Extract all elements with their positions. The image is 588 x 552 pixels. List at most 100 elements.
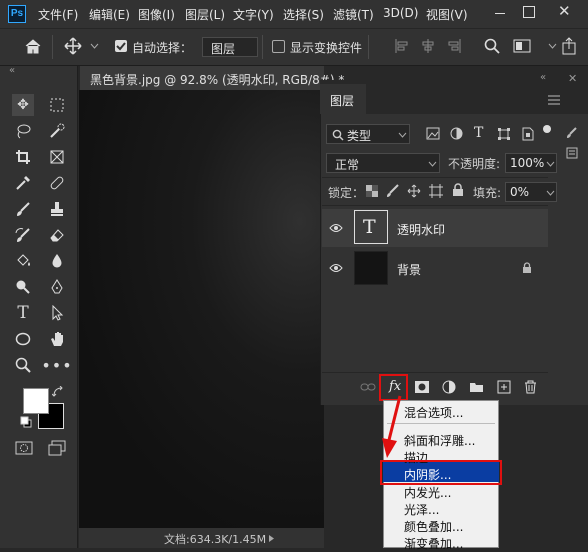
crop-tool-icon[interactable] (12, 146, 34, 168)
add-mask-icon[interactable] (415, 381, 429, 393)
layer-filter-dropdown[interactable]: 类型 (326, 124, 410, 144)
layer-thumbnail (354, 251, 388, 285)
type-tool-icon[interactable]: T (12, 302, 34, 324)
filter-toggle-icon[interactable] (543, 125, 551, 133)
home-icon[interactable] (24, 38, 42, 54)
filter-smart-object-icon[interactable] (521, 127, 534, 141)
visibility-eye-icon[interactable] (329, 223, 343, 233)
frame-tool-icon[interactable] (46, 146, 68, 168)
menu-image[interactable]: 图像(I) (138, 6, 175, 23)
menu-3d[interactable]: 3D(D) (383, 6, 418, 20)
pen-tool-icon[interactable] (46, 276, 68, 298)
fill-field[interactable]: 0% (505, 182, 557, 202)
chevron-down-icon[interactable] (90, 43, 99, 49)
blend-mode-value: 正常 (335, 158, 360, 172)
lock-transparency-icon[interactable] (366, 185, 378, 197)
filter-shape-icon[interactable] (497, 127, 511, 141)
adjustment-layer-icon[interactable] (442, 380, 456, 394)
dodge-tool-icon[interactable] (12, 276, 34, 298)
minimize-icon[interactable] (489, 2, 511, 24)
brush-tool-icon[interactable] (12, 198, 34, 220)
brush-settings-icon[interactable] (566, 127, 578, 139)
move-tool-icon[interactable]: ✥ (12, 94, 34, 116)
layer-name[interactable]: 背景 (397, 261, 421, 278)
marquee-tool-icon[interactable] (46, 94, 68, 116)
link-layers-icon[interactable] (360, 382, 376, 392)
menu-item-inner-glow[interactable]: 内发光... (404, 484, 451, 501)
healing-brush-tool-icon[interactable] (46, 172, 68, 194)
new-layer-icon[interactable] (497, 380, 511, 394)
blur-tool-icon[interactable] (46, 250, 68, 272)
collapse-panels-icon[interactable]: « (540, 72, 546, 83)
properties-icon[interactable] (566, 147, 578, 159)
divider (322, 205, 548, 206)
menu-type[interactable]: 文字(Y) (233, 6, 274, 23)
more-tools-icon[interactable]: ••• (41, 354, 71, 376)
auto-select-dropdown[interactable]: 图层 (202, 37, 258, 57)
zoom-tool-icon[interactable] (12, 354, 34, 376)
lock-pixels-icon[interactable] (386, 184, 400, 198)
eraser-tool-icon[interactable] (46, 224, 68, 246)
menu-item-satin[interactable]: 光泽... (404, 501, 439, 518)
delete-layer-icon[interactable] (524, 380, 537, 394)
workspace-icon[interactable] (513, 38, 531, 54)
chevron-down-icon (398, 132, 407, 138)
panel-menu-icon[interactable] (548, 95, 560, 105)
eyedropper-tool-icon[interactable] (12, 172, 34, 194)
menu-item-gradient-overlay[interactable]: 渐变叠加... (404, 535, 463, 552)
menu-item-bevel-emboss[interactable]: 斜面和浮雕... (404, 432, 475, 449)
quick-mask-icon[interactable] (14, 440, 34, 456)
menu-item-color-overlay[interactable]: 颜色叠加... (404, 518, 463, 535)
align-left-icon[interactable] (394, 38, 410, 54)
close-icon[interactable]: ✕ (558, 2, 571, 20)
blend-mode-dropdown[interactable]: 正常 (326, 153, 440, 173)
collapse-toolbar-icon[interactable]: « (9, 65, 15, 76)
filter-adjustment-icon[interactable] (450, 127, 463, 140)
menu-view[interactable]: 视图(V) (426, 6, 468, 23)
search-icon[interactable] (484, 38, 500, 54)
layer-name[interactable]: 透明水印 (397, 221, 445, 238)
show-transform-checkbox[interactable] (272, 40, 285, 53)
document-canvas[interactable] (79, 90, 324, 528)
lock-all-icon[interactable] (452, 183, 464, 197)
chevron-down-icon (428, 161, 437, 167)
lock-position-icon[interactable] (407, 184, 421, 198)
menu-item-blending-options[interactable]: 混合选项... (404, 404, 463, 421)
auto-select-checkbox[interactable] (115, 40, 127, 52)
chevron-down-icon[interactable] (548, 43, 557, 49)
menu-file[interactable]: 文件(F) (38, 6, 78, 23)
share-icon[interactable] (561, 37, 579, 55)
filter-pixel-icon[interactable] (426, 127, 440, 140)
hand-tool-icon[interactable] (46, 328, 68, 350)
move-tool-icon[interactable] (64, 37, 82, 55)
filter-type-icon[interactable]: T (474, 125, 483, 141)
path-select-tool-icon[interactable] (46, 302, 68, 324)
lasso-tool-icon[interactable] (12, 120, 34, 142)
clone-stamp-tool-icon[interactable] (46, 198, 68, 220)
history-brush-tool-icon[interactable] (12, 224, 34, 246)
status-menu-arrow-icon[interactable] (268, 535, 275, 542)
lock-artboard-icon[interactable] (429, 184, 443, 198)
opacity-field[interactable]: 100% (505, 153, 557, 173)
layer-filter-value: 类型 (347, 129, 372, 143)
default-colors-icon[interactable] (20, 416, 32, 428)
separator (52, 35, 53, 59)
ellipse-tool-icon[interactable] (12, 328, 34, 350)
align-center-icon[interactable] (420, 38, 436, 54)
maximize-icon[interactable] (523, 6, 535, 18)
swap-colors-icon[interactable] (52, 386, 64, 398)
screen-mode-icon[interactable] (47, 440, 67, 456)
auto-select-label: 自动选择： (132, 41, 193, 55)
close-panel-icon[interactable]: ✕ (568, 72, 577, 85)
paint-bucket-tool-icon[interactable] (12, 250, 34, 272)
menu-layer[interactable]: 图层(L) (185, 6, 225, 23)
align-right-icon[interactable] (446, 38, 462, 54)
fill-value: 0% (510, 185, 530, 199)
quick-select-tool-icon[interactable] (46, 120, 68, 142)
foreground-color-swatch[interactable] (23, 388, 49, 414)
visibility-eye-icon[interactable] (329, 263, 343, 273)
new-group-icon[interactable] (469, 381, 484, 393)
menu-edit[interactable]: 编辑(E) (89, 6, 130, 23)
menu-filter[interactable]: 滤镜(T) (333, 6, 374, 23)
menu-select[interactable]: 选择(S) (283, 6, 324, 23)
